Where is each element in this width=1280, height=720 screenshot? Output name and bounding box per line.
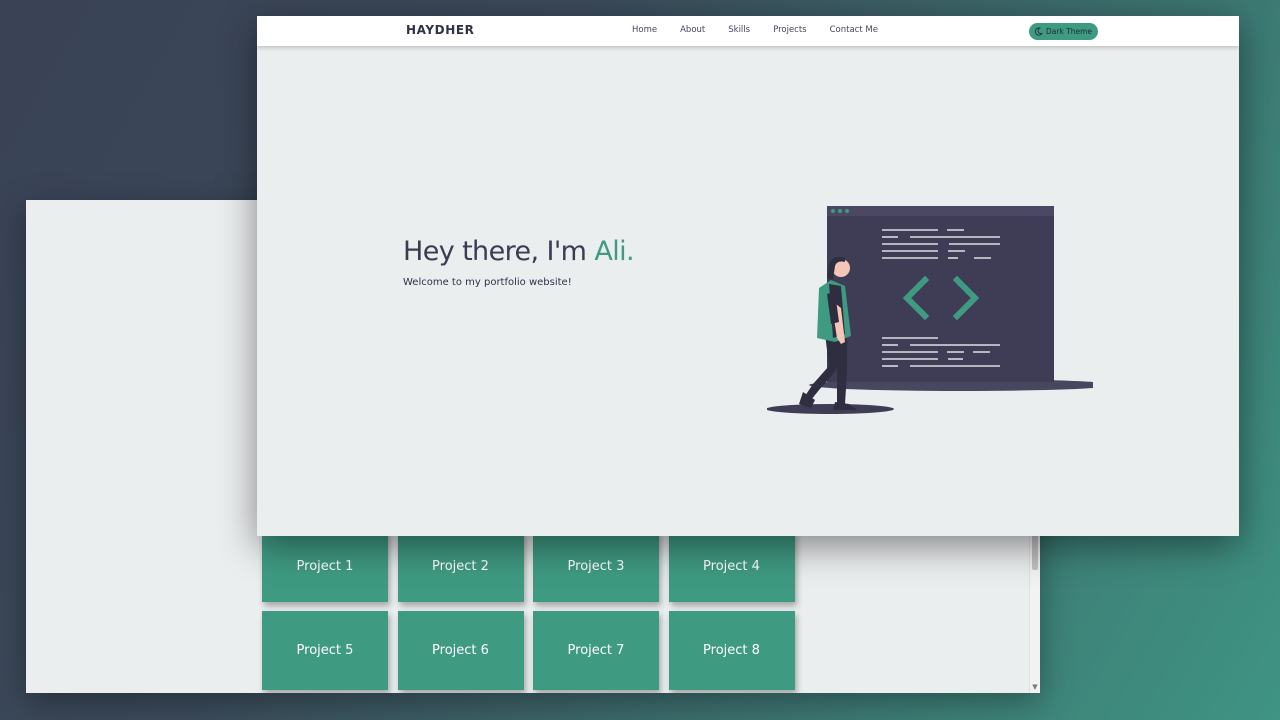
nav-link-projects[interactable]: Projects [773, 25, 807, 35]
project-card-5[interactable]: Project 5 [262, 611, 388, 690]
nav-links: Home About Skills Projects Contact Me [632, 25, 901, 35]
dark-theme-toggle-button[interactable]: Dark Theme [1029, 23, 1099, 40]
moon-icon [1034, 27, 1043, 36]
hero-greeting: Hey there, I'm [403, 236, 595, 267]
project-card-8[interactable]: Project 8 [668, 611, 795, 690]
scrollbar-thumb[interactable] [1032, 534, 1038, 570]
hero-name: Ali. [594, 236, 634, 267]
front-browser-window: HAYDHER Home About Skills Projects Conta… [257, 16, 1239, 536]
scroll-down-arrow-icon[interactable]: ▼ [1030, 683, 1040, 691]
project-card-1[interactable]: Project 1 [262, 530, 388, 602]
nav-link-about[interactable]: About [680, 25, 705, 35]
project-card-6[interactable]: Project 6 [397, 611, 524, 690]
project-card-2[interactable]: Project 2 [397, 530, 524, 602]
nav-link-contact[interactable]: Contact Me [830, 25, 878, 35]
navbar: HAYDHER Home About Skills Projects Conta… [257, 16, 1239, 46]
projects-grid-row-2: Project 5 Project 6 Project 7 Project 8 [262, 611, 796, 690]
hero-title: Hey there, I'm Ali. [403, 236, 635, 267]
project-card-3[interactable]: Project 3 [533, 530, 659, 602]
developer-illustration [766, 204, 1113, 416]
nav-link-home[interactable]: Home [632, 25, 657, 35]
hero-subtitle: Welcome to my portfolio website! [403, 277, 572, 288]
nav-link-skills[interactable]: Skills [728, 25, 750, 35]
projects-grid-row-1: Project 1 Project 2 Project 3 Project 4 [262, 530, 796, 602]
dark-theme-label: Dark Theme [1046, 27, 1093, 36]
project-card-7[interactable]: Project 7 [533, 611, 659, 690]
project-card-4[interactable]: Project 4 [668, 530, 795, 602]
brand-logo[interactable]: HAYDHER [406, 23, 475, 37]
